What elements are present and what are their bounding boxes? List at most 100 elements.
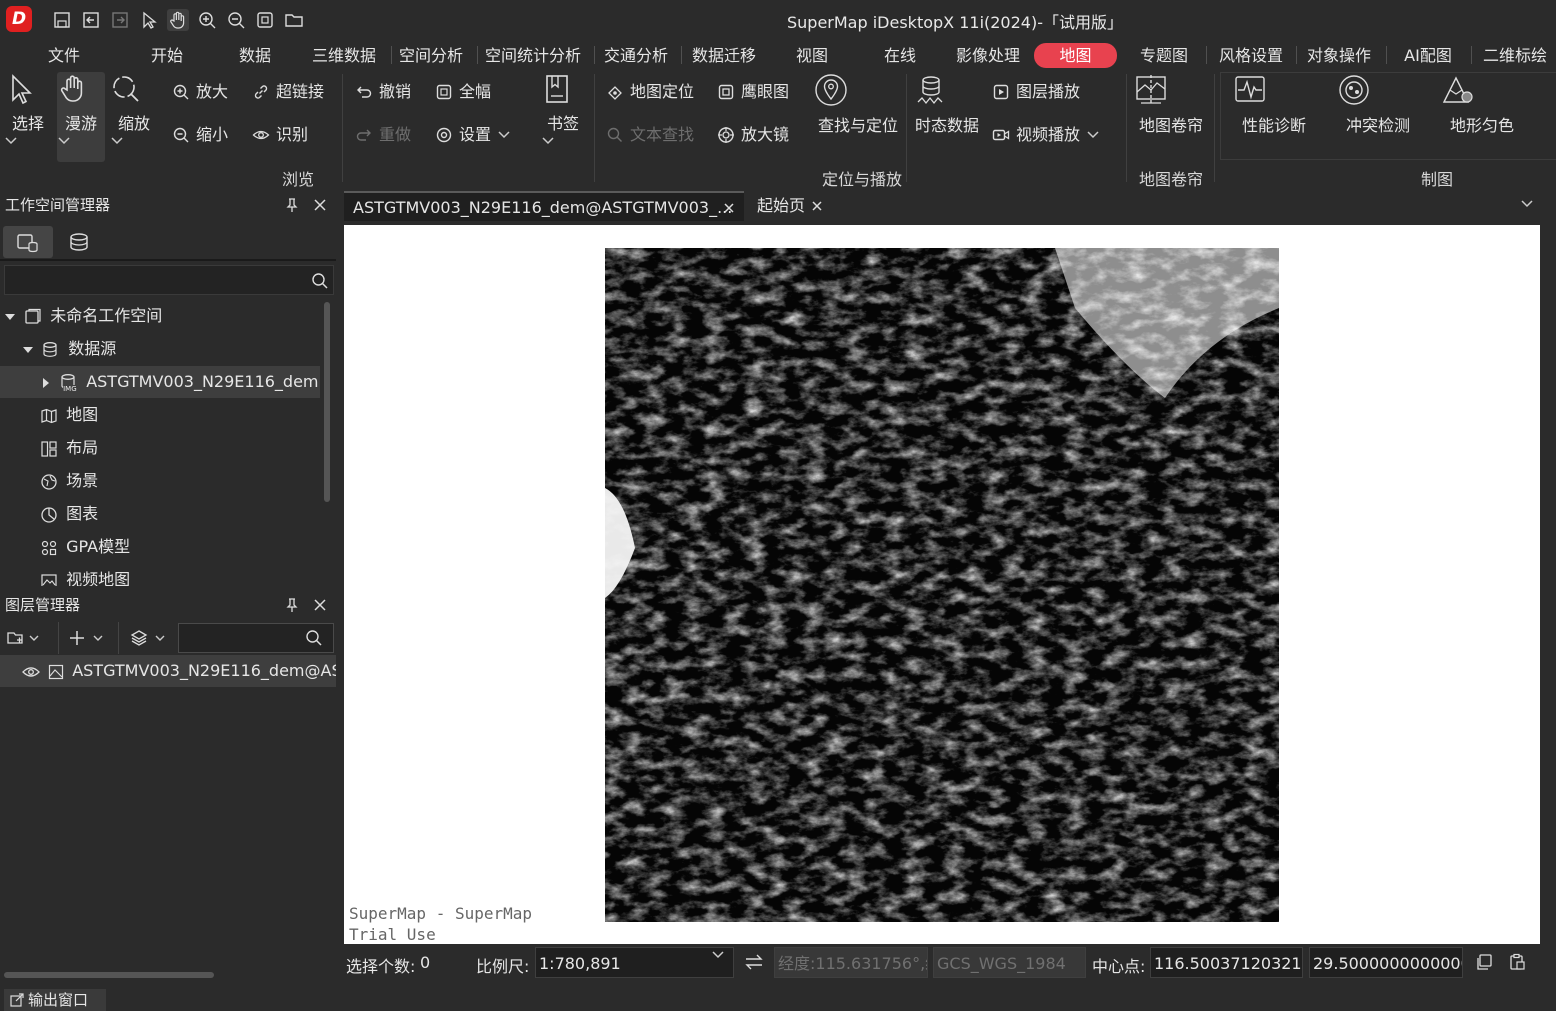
zoom-in-button[interactable]: 放大 (172, 79, 228, 105)
close-icon[interactable] (312, 597, 328, 613)
performance-diagnosis-button[interactable]: 性能诊断 (1232, 72, 1316, 142)
add-data-dropdown[interactable] (6, 629, 40, 647)
workspace-search-input[interactable] (4, 265, 334, 295)
scale-combobox[interactable]: 1:780,891 (535, 947, 734, 978)
paste-icon[interactable] (1508, 953, 1526, 971)
menu-3d-data[interactable]: 三维数据 (310, 43, 378, 68)
pan-hand-icon[interactable] (167, 9, 189, 31)
horizontal-scrollbar[interactable] (0, 968, 336, 981)
bookmark-button[interactable]: 书签 (541, 72, 585, 160)
scrollbar-thumb[interactable] (324, 302, 330, 502)
tree-scenes[interactable]: 场景 (0, 465, 320, 497)
menu-online[interactable]: 在线 (876, 43, 924, 68)
menu-data-migration[interactable]: 数据迁移 (689, 43, 759, 68)
collapsed-triangle-icon[interactable] (40, 377, 52, 389)
tree-workspace[interactable]: 未命名工作空间 (0, 300, 320, 332)
save-icon[interactable] (51, 9, 73, 31)
redo-button[interactable]: 重做 (355, 122, 411, 148)
zoom-out-icon[interactable] (225, 9, 247, 31)
temporal-data-button[interactable]: 时态数据 (913, 72, 981, 142)
tab-start-page[interactable]: 起始页 (748, 191, 832, 221)
map-swipe-button[interactable]: 地图卷帘 (1133, 72, 1209, 142)
close-icon[interactable] (722, 201, 736, 215)
menu-style-settings[interactable]: 风格设置 (1216, 43, 1286, 68)
tree-datasources[interactable]: 数据源 (0, 333, 320, 365)
tree-maps[interactable]: 地图 (0, 399, 320, 431)
workspace-tab-datasource[interactable] (3, 226, 53, 258)
settings-button[interactable]: 设置 (435, 122, 511, 148)
select-cursor-icon[interactable] (138, 9, 160, 31)
text-search-button[interactable]: 文本查找 (606, 122, 694, 148)
zoom-button[interactable]: 缩放 (110, 72, 158, 160)
close-icon[interactable] (810, 199, 824, 213)
center-x-input[interactable]: 116.5003712032136 (1150, 947, 1303, 978)
close-icon[interactable] (312, 197, 328, 213)
menu-thematic-map[interactable]: 专题图 (1138, 43, 1190, 68)
open-icon[interactable] (80, 9, 102, 31)
tree-video-maps[interactable]: 视频地图 (0, 564, 320, 586)
map-locate-button[interactable]: 地图定位 (606, 79, 694, 105)
terrain-color-button[interactable]: 地形匀色 (1440, 72, 1524, 142)
copy-icon[interactable] (1475, 953, 1493, 971)
select-button[interactable]: 选择 (4, 72, 52, 160)
layer-play-button[interactable]: 图层播放 (992, 79, 1080, 105)
swap-coordinates-icon[interactable] (744, 953, 764, 971)
tree-scrollbar[interactable] (321, 300, 333, 586)
menu-object-operations[interactable]: 对象操作 (1304, 43, 1374, 68)
workspace-tab-3d[interactable] (66, 231, 92, 253)
search-icon[interactable] (311, 272, 329, 290)
menu-start[interactable]: 开始 (143, 43, 191, 68)
full-extent-icon[interactable] (254, 9, 276, 31)
selection-count-value: 0 (420, 953, 431, 972)
menu-spatial-statistics[interactable]: 空间统计分析 (482, 43, 584, 68)
menu-map[interactable]: 地图 (1034, 43, 1117, 68)
video-play-button[interactable]: 视频播放 (992, 122, 1100, 148)
layer-search-input[interactable] (178, 623, 334, 653)
add-layer-icon (6, 629, 24, 647)
expand-triangle-icon[interactable] (4, 311, 16, 323)
menu-spatial-analysis[interactable]: 空间分析 (397, 43, 465, 68)
pin-icon[interactable] (284, 197, 300, 213)
tree-layouts[interactable]: 布局 (0, 432, 320, 464)
full-extent-button[interactable]: 全幅 (435, 79, 491, 105)
expand-triangle-icon[interactable] (22, 344, 34, 356)
menu-data[interactable]: 数据 (231, 43, 279, 68)
find-and-locate-button[interactable]: 查找与定位 (813, 72, 903, 142)
zoom-out-button[interactable]: 缩小 (172, 122, 228, 148)
menu-file[interactable]: 文件 (40, 43, 88, 68)
eagle-eye-button[interactable]: 鹰眼图 (717, 79, 789, 105)
pan-button[interactable]: 漫游 (57, 72, 105, 162)
pin-icon[interactable] (284, 597, 300, 613)
hyperlink-button[interactable]: 超链接 (252, 79, 324, 105)
tree-datasource-item[interactable]: IMG ASTGTMV003_N29E116_dem (0, 366, 320, 398)
conflict-detection-button[interactable]: 冲突检测 (1336, 72, 1420, 142)
tab-list-dropdown[interactable] (1519, 197, 1535, 211)
magnifier-button[interactable]: 放大镜 (717, 122, 789, 148)
zoom-in-icon[interactable] (196, 9, 218, 31)
layer-item[interactable]: ASTGTMV003_N29E116_dem@ASTG (0, 655, 336, 687)
add-layer-dropdown[interactable] (68, 629, 104, 647)
output-window-tab[interactable]: 输出窗口 (4, 989, 106, 1011)
menu-image-processing[interactable]: 影像处理 (953, 43, 1023, 68)
zoom-out-icon (172, 126, 190, 144)
map-canvas[interactable]: SuperMap - SuperMap Trial Use (344, 225, 1540, 944)
layer-style-dropdown[interactable] (130, 629, 166, 647)
tree-gpa-models[interactable]: GPA模型 (0, 531, 320, 563)
menu-2d-plotting[interactable]: 二维标绘 (1480, 43, 1550, 68)
eye-icon[interactable] (22, 665, 40, 679)
identify-button[interactable]: 识别 (252, 122, 308, 148)
scrollbar-thumb[interactable] (4, 972, 214, 978)
search-icon[interactable] (305, 629, 323, 647)
model-nodes-icon (40, 539, 58, 557)
undo-button[interactable]: 撤销 (355, 79, 411, 105)
crs-field[interactable]: GCS_WGS_1984 (933, 947, 1086, 978)
menu-view[interactable]: 视图 (788, 43, 836, 68)
menu-traffic-analysis[interactable]: 交通分析 (602, 43, 670, 68)
menu-ai-cartography[interactable]: AI配图 (1398, 43, 1458, 68)
center-y-input[interactable]: 29.50000000000000 (1309, 947, 1463, 978)
chevron-down-icon (1086, 130, 1100, 140)
tab-map-document[interactable]: ASTGTMV003_N29E116_dem@ASTGTMV003_... (344, 191, 744, 221)
tree-charts[interactable]: 图表 (0, 498, 320, 530)
folder-icon[interactable] (283, 9, 305, 31)
import-icon[interactable] (109, 9, 131, 31)
